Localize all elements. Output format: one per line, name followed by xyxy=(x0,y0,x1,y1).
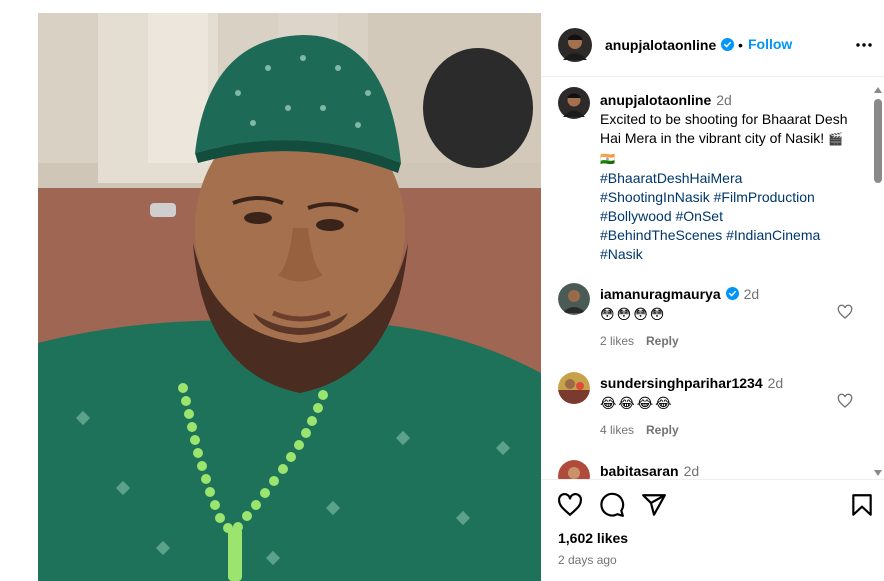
post-detail-panel: anupjalotaonline • Follow anupjalotaonli… xyxy=(541,13,884,581)
comments-scroll-area[interactable]: anupjalotaonline 2d Excited to be shootin… xyxy=(541,77,884,479)
hashtag-link[interactable]: #Bollywood xyxy=(600,208,672,224)
comment-header: sundersinghparihar1234 2d xyxy=(600,375,783,391)
comment-text: 😳😳😳😳 xyxy=(600,306,667,322)
follow-button[interactable]: Follow xyxy=(748,36,792,52)
commenter-avatar[interactable] xyxy=(558,283,590,315)
caption-text: Excited to be shooting for Bhaarat Desh … xyxy=(600,110,856,169)
likes-count[interactable]: 1,602 likes xyxy=(558,530,628,546)
caption-time[interactable]: 2d xyxy=(716,92,732,108)
post-header: anupjalotaonline • Follow xyxy=(541,13,884,77)
more-options-icon[interactable] xyxy=(854,35,874,55)
author-avatar[interactable] xyxy=(558,28,592,62)
scroll-up-arrow-icon[interactable] xyxy=(874,87,882,93)
verified-badge-icon xyxy=(725,287,739,300)
comment-icon[interactable] xyxy=(599,492,625,518)
comment-header: babitasaran 2d xyxy=(600,463,699,479)
author-username-text[interactable]: anupjalotaonline xyxy=(605,37,716,53)
comment-meta: 4 likes Reply xyxy=(600,423,679,437)
comment-likes[interactable]: 2 likes xyxy=(600,334,634,348)
heart-icon[interactable] xyxy=(557,492,583,518)
comment-text: 😂😂😂😂 xyxy=(600,395,674,411)
caption-text-content: Excited to be shooting for Bhaarat Desh … xyxy=(600,111,848,146)
caption-body: anupjalotaonline 2d Excited to be shootin… xyxy=(600,91,856,264)
comment-like-heart-icon[interactable] xyxy=(837,304,853,320)
reply-button[interactable]: Reply xyxy=(646,334,679,348)
post-actions-bar: 1,602 likes 2 days ago xyxy=(541,479,884,581)
comment-username[interactable]: sundersinghparihar1234 xyxy=(600,375,763,391)
comment-username[interactable]: iamanuragmaurya xyxy=(600,286,721,302)
comment-username[interactable]: babitasaran xyxy=(600,463,679,479)
post-timestamp[interactable]: 2 days ago xyxy=(558,553,617,567)
comment-header: iamanuragmaurya 2d xyxy=(600,286,759,302)
comment-item: iamanuragmaurya 2d 😳😳😳😳 2 likes Reply xyxy=(558,283,858,363)
comment-time[interactable]: 2d xyxy=(684,463,700,479)
hashtag-link[interactable]: #FilmProduction xyxy=(714,189,815,205)
caption-username[interactable]: anupjalotaonline xyxy=(600,92,711,108)
commenter-avatar[interactable] xyxy=(558,460,590,479)
comment-time[interactable]: 2d xyxy=(744,286,760,302)
comment-item: sundersinghparihar1234 2d 😂😂😂😂 4 likes Rep… xyxy=(558,372,858,452)
comments-scrollbar[interactable] xyxy=(874,83,882,478)
hashtag-link[interactable]: #OnSet xyxy=(676,208,723,224)
comment-meta: 2 likes Reply xyxy=(600,334,679,348)
comment-item: babitasaran 2d xyxy=(558,460,858,479)
bookmark-icon[interactable] xyxy=(849,492,875,518)
post-photo-illustration xyxy=(38,13,541,581)
hashtag-link[interactable]: #IndianCinema xyxy=(726,227,820,243)
share-icon[interactable] xyxy=(641,492,667,518)
commenter-avatar[interactable] xyxy=(558,372,590,404)
hashtag-link[interactable]: #BehindTheScenes xyxy=(600,227,722,243)
comment-like-heart-icon[interactable] xyxy=(837,393,853,409)
verified-badge-icon xyxy=(721,38,735,51)
author-username[interactable]: anupjalotaonline xyxy=(605,37,735,53)
comment-likes[interactable]: 4 likes xyxy=(600,423,634,437)
caption-avatar[interactable] xyxy=(558,87,590,119)
scroll-down-arrow-icon[interactable] xyxy=(874,470,882,476)
separator-dot: • xyxy=(738,37,743,53)
post-photo[interactable] xyxy=(38,13,541,581)
hashtag-link[interactable]: #ShootingInNasik xyxy=(600,189,710,205)
comment-time[interactable]: 2d xyxy=(768,375,784,391)
hashtag-link[interactable]: #BhaaratDeshHaiMera xyxy=(600,170,742,186)
reply-button[interactable]: Reply xyxy=(646,423,679,437)
hashtag-link[interactable]: #Nasik xyxy=(600,246,643,262)
scrollbar-thumb[interactable] xyxy=(874,99,882,183)
